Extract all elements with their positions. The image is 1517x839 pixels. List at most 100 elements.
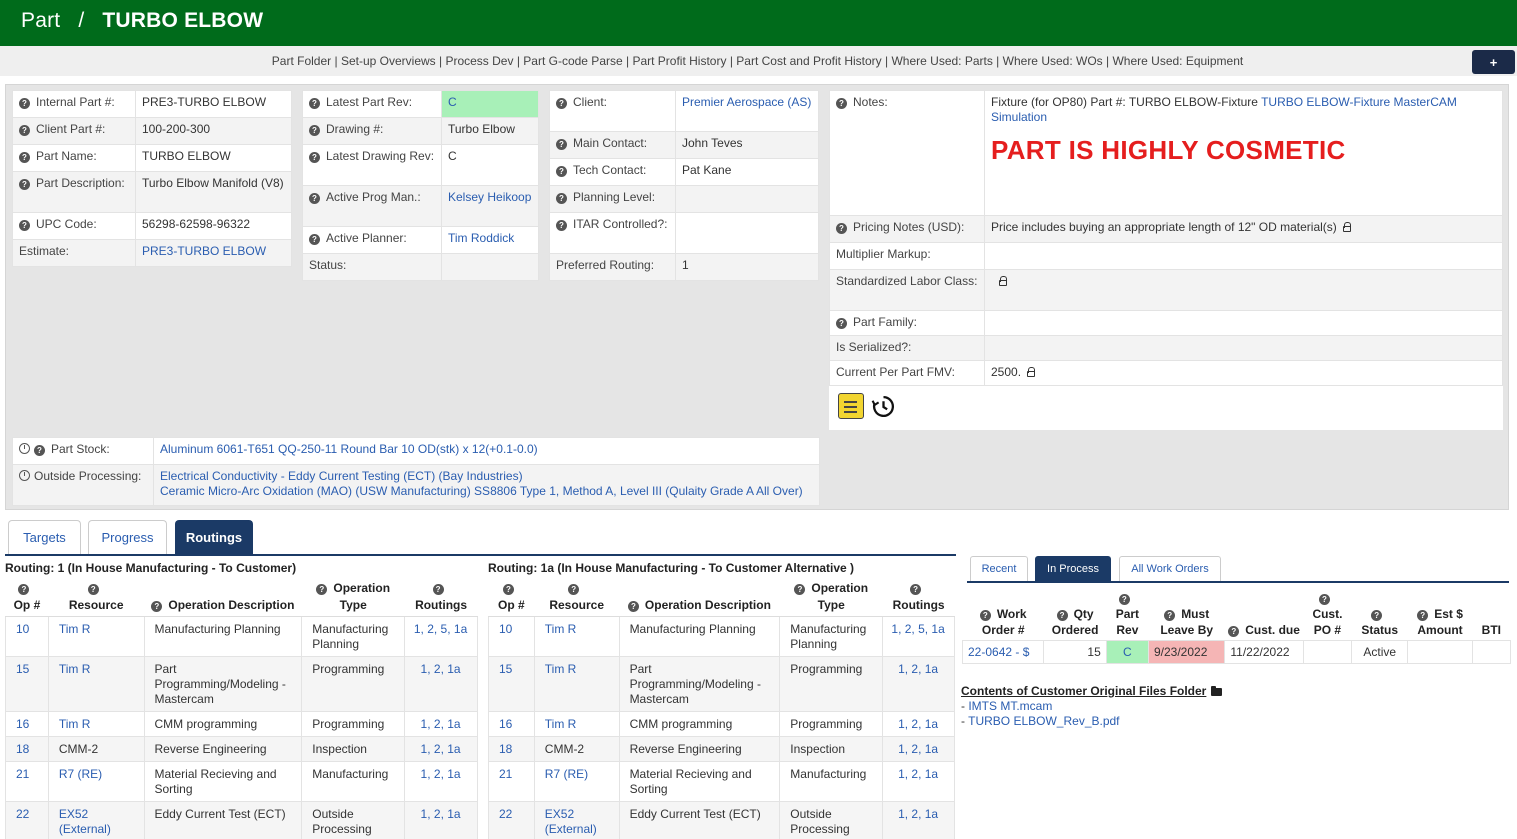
estimate-label[interactable]: Estimate: [12,239,136,267]
op-number[interactable]: 18 [5,736,49,762]
op-number[interactable]: 16 [5,711,49,737]
resource-link[interactable]: CMM-2 [47,736,145,762]
help-icon[interactable]: ? [309,98,320,109]
help-icon[interactable]: ? [556,139,567,150]
resource-link[interactable]: Tim R [533,656,620,712]
help-icon[interactable]: ? [309,152,320,163]
tab-all-work-orders[interactable]: All Work Orders [1119,556,1221,582]
latest-rev-value[interactable]: C [441,90,539,118]
help-icon[interactable]: ? [836,223,847,234]
help-icon[interactable]: ? [309,125,320,136]
history-icon[interactable] [871,394,896,419]
op-number[interactable]: 22 [5,801,49,839]
outside-processing-link-2[interactable]: Ceramic Micro-Arc Oxidation (MAO) (USW M… [160,484,813,499]
resource-link[interactable]: Tim R [47,711,145,737]
op-number[interactable]: 18 [488,736,535,762]
help-icon[interactable]: ? [19,125,30,136]
help-icon[interactable]: ? [568,584,580,595]
help-icon[interactable]: ? [18,584,30,595]
resource-link[interactable]: Tim R [533,711,620,737]
tab-progress[interactable]: Progress [88,520,167,556]
help-icon[interactable]: ? [19,179,30,190]
help-icon[interactable]: ? [87,584,99,595]
planner-link[interactable]: Tim Roddick [441,226,539,254]
nav-where-used-wos[interactable]: Where Used: WOs [1003,54,1103,68]
nav-part-folder[interactable]: Part Folder [272,54,331,68]
help-icon[interactable]: ? [1318,594,1330,605]
file-link[interactable]: IMTS MT.mcam [968,699,1052,713]
help-icon[interactable]: ? [309,234,320,245]
help-icon[interactable]: ? [316,584,328,595]
prog-man-link[interactable]: Kelsey Heikoop [441,185,539,227]
help-icon[interactable]: ? [556,98,567,109]
resource-link[interactable]: Tim R [47,616,145,657]
file-link[interactable]: TURBO ELBOW_Rev_B.pdf [968,714,1119,728]
lock-icon[interactable] [1027,367,1036,377]
help-icon[interactable]: ? [309,193,320,204]
help-icon[interactable]: ? [1164,610,1176,621]
op-routings[interactable]: 1, 2, 1a [404,656,478,712]
op-routings[interactable]: 1, 2, 1a [404,736,478,762]
lock-icon[interactable] [999,276,1007,286]
nav-cost-profit-history[interactable]: Part Cost and Profit History [736,54,881,68]
help-icon[interactable]: ? [627,601,639,612]
tab-in-process[interactable]: In Process [1035,556,1111,582]
op-number[interactable]: 10 [5,616,49,657]
part-rev[interactable]: C [1105,640,1149,664]
resource-link[interactable]: R7 (RE) [47,761,145,802]
tab-routings[interactable]: Routings [175,520,253,556]
op-routings[interactable]: 1, 2, 1a [882,761,955,802]
nav-profit-history[interactable]: Part Profit History [632,54,726,68]
outside-processing-link-1[interactable]: Electrical Conductivity - Eddy Current T… [160,469,813,484]
help-icon[interactable]: ? [19,98,30,109]
op-routings[interactable]: 1, 2, 5, 1a [404,616,478,657]
op-number[interactable]: 16 [488,711,535,737]
resource-link[interactable]: CMM-2 [533,736,620,762]
resource-link[interactable]: EX52 (External) [533,801,620,839]
help-icon[interactable]: ? [502,584,514,595]
help-icon[interactable]: ? [836,318,847,329]
help-icon[interactable]: ? [19,220,30,231]
lock-icon[interactable] [1342,222,1351,232]
op-number[interactable]: 15 [5,656,49,712]
help-icon[interactable]: ? [910,584,922,595]
help-icon[interactable]: ? [556,166,567,177]
help-icon[interactable]: ? [1371,610,1383,621]
folder-icon[interactable] [1211,686,1223,696]
breadcrumb-root[interactable]: Part [21,9,60,32]
resource-link[interactable]: Tim R [47,656,145,712]
op-routings[interactable]: 1, 2, 1a [882,711,955,737]
tab-recent[interactable]: Recent [970,556,1028,582]
op-number[interactable]: 21 [5,761,49,802]
op-routings[interactable]: 1, 2, 1a [404,761,478,802]
nav-where-used-parts[interactable]: Where Used: Parts [891,54,992,68]
help-icon[interactable]: ? [34,445,45,456]
nav-process-dev[interactable]: Process Dev [445,54,513,68]
resource-link[interactable]: Tim R [533,616,620,657]
add-button[interactable]: + [1472,50,1515,74]
nav-where-used-equipment[interactable]: Where Used: Equipment [1112,54,1243,68]
resource-link[interactable]: EX52 (External) [47,801,145,839]
op-number[interactable]: 21 [488,761,535,802]
help-icon[interactable]: ? [1056,610,1068,621]
help-icon[interactable]: ? [1118,594,1130,605]
client-link[interactable]: Premier Aerospace (AS) [675,90,819,132]
resource-link[interactable]: R7 (RE) [533,761,620,802]
op-routings[interactable]: 1, 2, 1a [882,736,955,762]
help-icon[interactable]: ? [556,220,567,231]
op-routings[interactable]: 1, 2, 1a [882,656,955,712]
help-icon[interactable]: ? [19,152,30,163]
work-order-link[interactable]: 22-0642 - $ [961,640,1045,664]
help-icon[interactable]: ? [1228,626,1240,637]
help-icon[interactable]: ? [556,193,567,204]
op-routings[interactable]: 1, 2, 1a [404,801,478,839]
nav-gcode-parse[interactable]: Part G-code Parse [523,54,622,68]
op-routings[interactable]: 1, 2, 5, 1a [882,616,955,657]
help-icon[interactable]: ? [1417,610,1429,621]
help-icon[interactable]: ? [979,610,991,621]
nav-setup-overviews[interactable]: Set-up Overviews [341,54,436,68]
history-small-icon[interactable] [19,470,30,481]
history-small-icon[interactable] [19,443,30,454]
part-stock-link[interactable]: Aluminum 6061-T651 QQ-250-11 Round Bar 1… [153,437,820,465]
op-number[interactable]: 22 [488,801,535,839]
